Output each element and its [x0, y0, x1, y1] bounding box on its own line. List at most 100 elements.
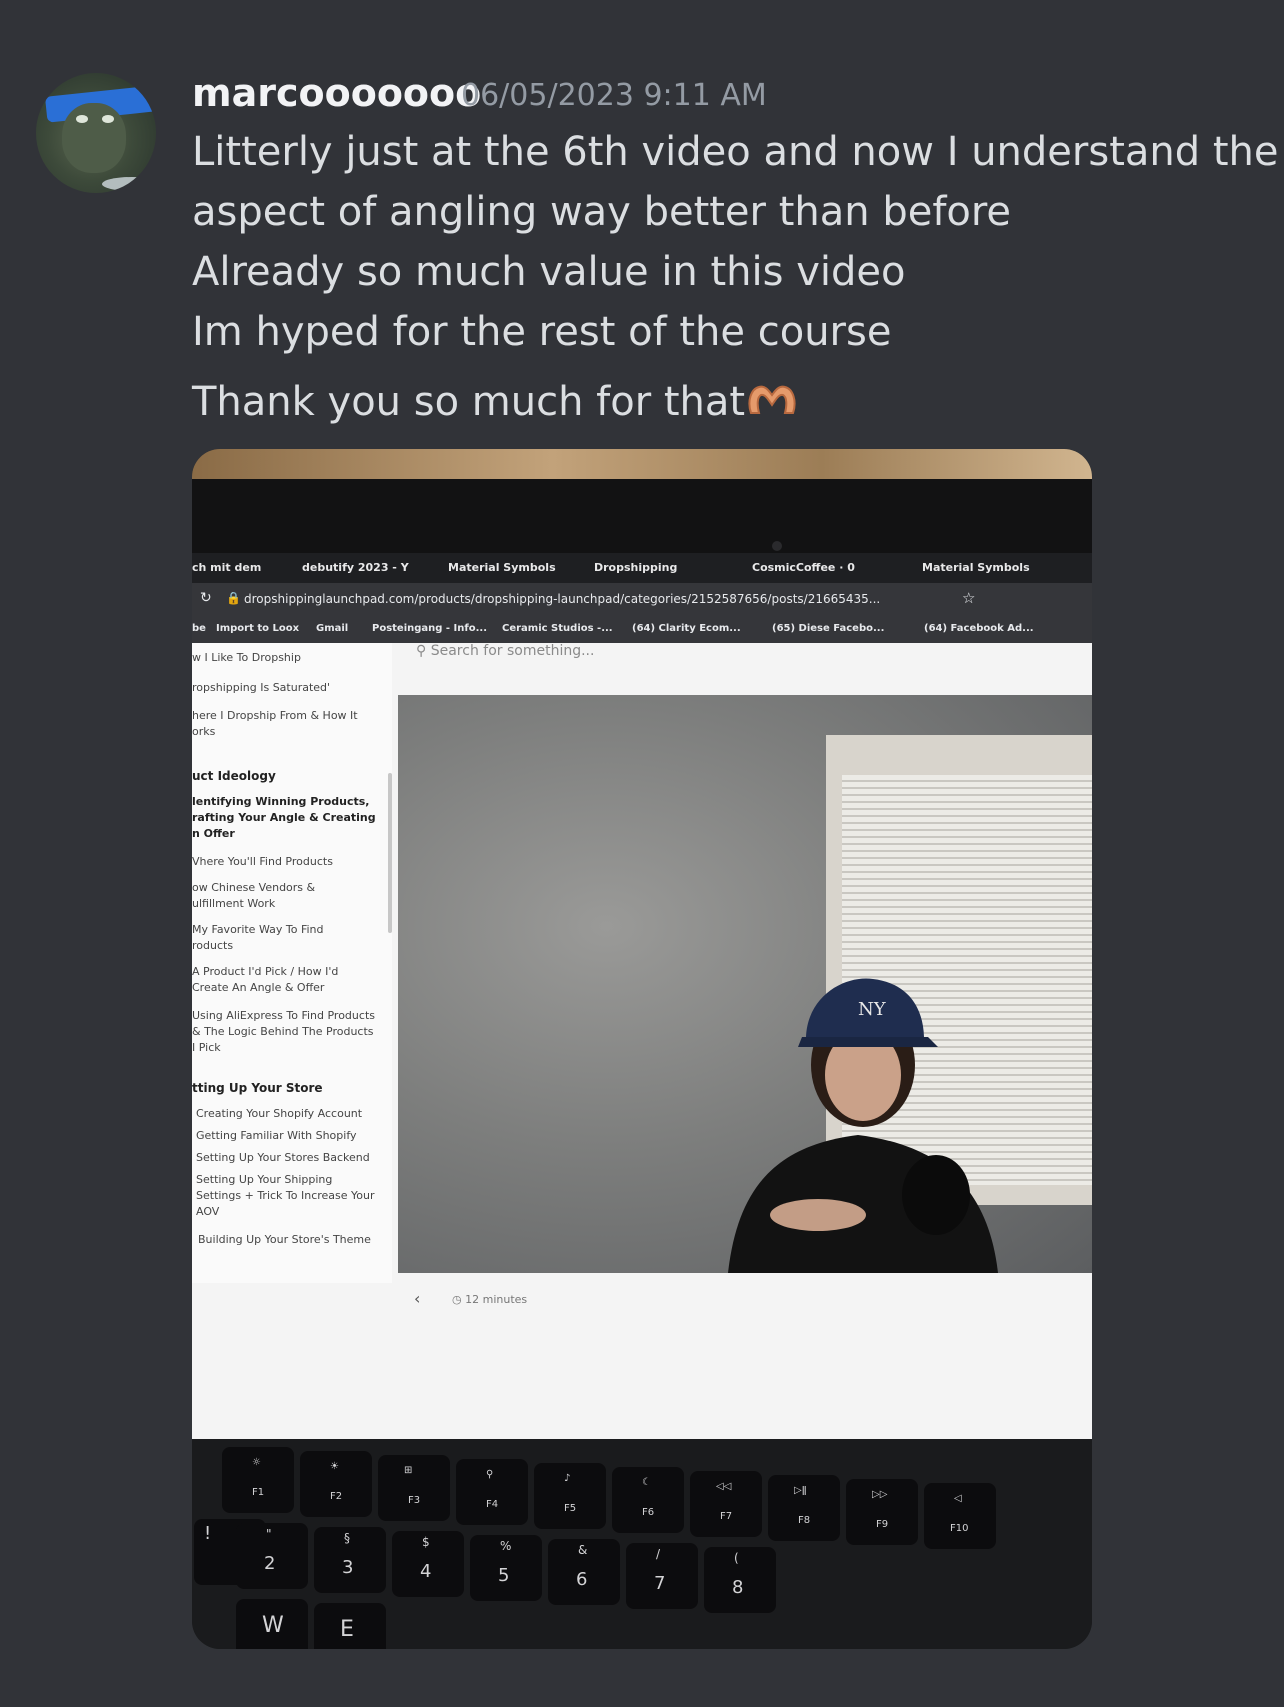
lesson-item: I Pick — [192, 1041, 221, 1054]
keyboard-key: " 2 — [236, 1523, 308, 1589]
star-icon: ☆ — [962, 589, 976, 607]
svg-text:NY: NY — [858, 999, 887, 1020]
mission-control-icon: ⊞ — [404, 1465, 413, 1476]
moon-icon: ☾ — [642, 1477, 651, 1488]
key-symbol: % — [500, 1539, 512, 1553]
key-label: 7 — [654, 1573, 666, 1594]
key-label: 6 — [576, 1569, 588, 1590]
bookmark: (65) Diese Facebo... — [772, 623, 885, 634]
username[interactable]: marcooooooo — [192, 70, 481, 116]
keyboard-key: ⚲ F4 — [456, 1459, 528, 1525]
sidebar-scrollbar — [388, 773, 392, 933]
clock-icon: ◷ — [452, 1293, 466, 1306]
lesson-item: Getting Familiar With Shopify — [196, 1129, 357, 1142]
key-label: F1 — [252, 1487, 265, 1498]
lesson-duration: ◷ 12 minutes — [452, 1293, 527, 1306]
heart-hands-emoji-icon — [745, 379, 799, 431]
keyboard-key: § 3 — [314, 1527, 386, 1593]
browser-tab: CosmicCoffee · 0 — [752, 561, 855, 574]
duration-text: 12 minutes — [465, 1293, 528, 1306]
key-symbol: ( — [734, 1551, 739, 1565]
lesson-item-active: n Offer — [192, 827, 235, 840]
message-timestamp[interactable]: 06/05/2023 9:11 AM — [461, 78, 767, 114]
key-symbol: " — [266, 1527, 272, 1541]
avatar-eye-left — [76, 115, 88, 123]
key-symbol: $ — [422, 1535, 430, 1549]
lesson-item: roducts — [192, 939, 234, 952]
keyboard-key: ☼ F1 — [222, 1447, 294, 1513]
keyboard-key: /7 — [626, 1543, 698, 1609]
bookmarks-bar: be Import to Loox Gmail Posteingang - In… — [192, 615, 1092, 643]
browser-tab: Dropshipping — [594, 561, 678, 574]
key-label: 2 — [264, 1553, 276, 1574]
message-line-last: Thank you so much for that — [192, 377, 1252, 431]
lesson-item: ow Chinese Vendors & — [192, 881, 316, 894]
key-symbol: § — [344, 1531, 350, 1545]
bookmark: (64) Clarity Ecom... — [632, 623, 741, 634]
bookmark: Gmail — [316, 623, 349, 634]
play-pause-icon: ▷ǁ — [794, 1485, 807, 1496]
lesson-item-active: lentifying Winning Products, — [192, 795, 370, 808]
lesson-item: orks — [192, 725, 216, 738]
lesson-item: Vhere You'll Find Products — [192, 855, 333, 868]
keyboard-key: ⊞ F3 — [378, 1455, 450, 1521]
key-symbol: & — [578, 1543, 588, 1557]
key-label: F8 — [798, 1515, 811, 1526]
laptop-keyboard: ☼ F1 ☀ F2 ⊞ F3 ⚲ F4 ♪ F5 ☾ F6 ◁◁ F7 ▷ǁ F8 ▷▷ F9 ◁… — [192, 1439, 1092, 1649]
lesson-item: Setting Up Your Stores Backend — [196, 1151, 370, 1164]
key-label: 5 — [498, 1565, 510, 1586]
avatar-highlight — [102, 177, 156, 191]
lesson-item: here I Dropship From & How It — [192, 709, 358, 722]
image-attachment[interactable]: ch mit dem debutify 2023 - Y Material Sy… — [192, 449, 1092, 1649]
key-label: F10 — [950, 1523, 969, 1534]
user-avatar[interactable] — [36, 73, 156, 193]
lesson-item-active: rafting Your Angle & Creating — [192, 811, 376, 824]
keyboard-key: ▷▷ F9 — [846, 1479, 918, 1545]
avatar-face — [62, 103, 126, 173]
bookmark: Posteingang - Info... — [372, 623, 488, 634]
key-label: F4 — [486, 1499, 499, 1510]
message-line: Im hyped for the rest of the course — [192, 309, 892, 355]
lesson-item: Create An Angle & Offer — [192, 981, 325, 994]
key-label: F9 — [876, 1519, 889, 1530]
key-label: F6 — [642, 1507, 655, 1518]
browser-tab: Material Symbols — [448, 561, 556, 574]
volume-icon: ◁ — [954, 1493, 962, 1504]
keyboard-key: ♪ F5 — [534, 1463, 606, 1529]
fast-forward-icon: ▷▷ — [872, 1489, 888, 1500]
lesson-item: Using AliExpress To Find Products — [192, 1009, 375, 1022]
keyboard-key: % 5 — [470, 1535, 542, 1601]
lesson-item: ulfillment Work — [192, 897, 276, 910]
browser-tab: debutify 2023 - Y — [302, 561, 409, 574]
bookmark: Import to Loox — [216, 623, 300, 634]
brightness-up-icon: ☀ — [330, 1461, 339, 1472]
module-heading: tting Up Your Store — [192, 1081, 323, 1095]
keyboard-key: (8 — [704, 1547, 776, 1613]
microphone-icon: ♪ — [564, 1473, 571, 1484]
lesson-item: AOV — [196, 1205, 220, 1218]
brightness-down-icon: ☼ — [252, 1457, 261, 1468]
module-heading: uct Ideology — [192, 769, 276, 783]
lesson-item: ropshipping Is Saturated' — [192, 681, 331, 694]
lesson-item: My Favorite Way To Find — [192, 923, 324, 936]
keyboard-key: ☾ F6 — [612, 1467, 684, 1533]
key-label: F7 — [720, 1511, 733, 1522]
search-icon: ⚲ — [416, 643, 427, 659]
keyboard-key: ☀ F2 — [300, 1451, 372, 1517]
key-symbol: / — [656, 1547, 661, 1561]
bookmark: be — [192, 623, 206, 634]
browser-tab: ch mit dem — [192, 561, 262, 574]
keyboard-key: E — [314, 1603, 386, 1649]
lesson-item: Setting Up Your Shipping — [196, 1173, 333, 1186]
lesson-video: NY — [398, 695, 1092, 1273]
key-label: 3 — [342, 1557, 354, 1578]
bookmark: Ceramic Studios -... — [502, 623, 613, 634]
bookmark: (64) Facebook Ad... — [924, 623, 1034, 634]
message-line-text: Thank you so much for that — [192, 379, 746, 425]
browser-address-bar: ↻ 🔒 dropshippinglaunchpad.com/products/d… — [192, 583, 1092, 615]
keyboard-key: W — [236, 1599, 308, 1649]
avatar-eye-right — [102, 115, 114, 123]
search-placeholder: Search for something... — [430, 643, 595, 659]
keyboard-key: ◁◁ F7 — [690, 1471, 762, 1537]
keyboard-key: & 6 — [548, 1539, 620, 1605]
